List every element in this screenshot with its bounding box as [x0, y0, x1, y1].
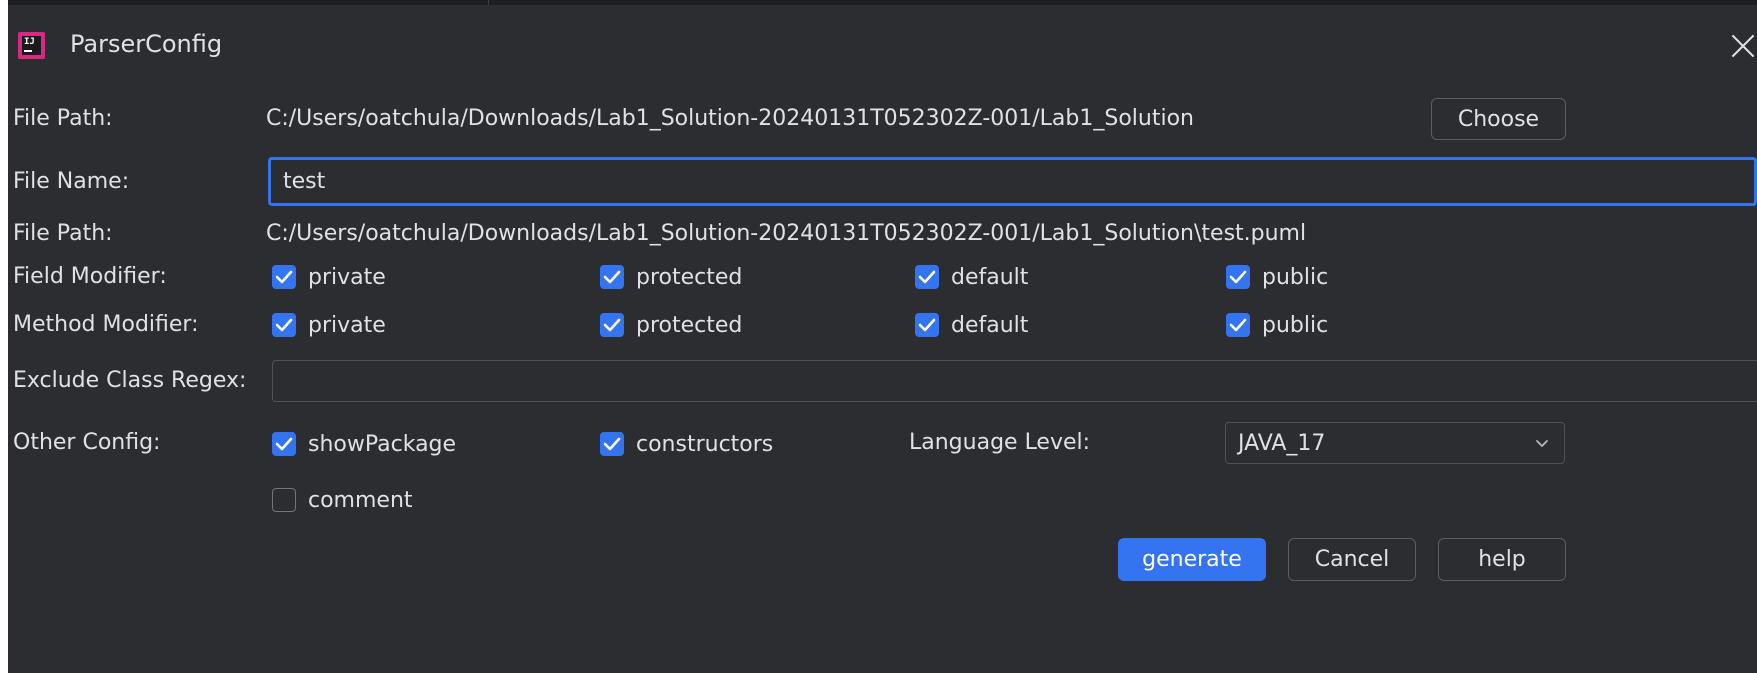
file-name-input[interactable]: test — [268, 157, 1757, 206]
exclude-regex-input[interactable] — [272, 360, 1757, 402]
field-modifier-default-checkbox[interactable]: default — [915, 262, 1028, 292]
comment-label: comment — [308, 487, 413, 513]
other-config-label: Other Config: — [13, 430, 161, 455]
method-modifier-private-label: private — [308, 312, 386, 338]
language-level-value: JAVA_17 — [1238, 430, 1326, 456]
checkmark-icon — [272, 265, 296, 289]
method-modifier-public-label: public — [1262, 312, 1329, 338]
constructors-checkbox[interactable]: constructors — [600, 429, 773, 459]
output-path-value: C:/Users/oatchula/Downloads/Lab1_Solutio… — [266, 221, 1307, 246]
checkmark-icon — [600, 313, 624, 337]
chevron-down-icon — [1536, 440, 1548, 447]
language-level-select[interactable]: JAVA_17 — [1225, 422, 1565, 464]
output-path-label: File Path: — [13, 221, 113, 246]
checkmark-icon — [1226, 313, 1250, 337]
title-bar: IJ ParserConfig — [8, 5, 1757, 87]
show-package-checkbox[interactable]: showPackage — [272, 429, 456, 459]
checkmark-icon — [600, 265, 624, 289]
window-title: ParserConfig — [70, 30, 223, 58]
field-modifier-private-label: private — [308, 264, 386, 290]
file-path-label: File Path: — [13, 106, 113, 131]
checkmark-icon — [1226, 265, 1250, 289]
method-modifier-protected-label: protected — [636, 312, 743, 338]
field-modifier-label: Field Modifier: — [13, 264, 167, 289]
field-modifier-private-checkbox[interactable]: private — [272, 262, 386, 292]
help-button[interactable]: help — [1438, 538, 1566, 581]
method-modifier-private-checkbox[interactable]: private — [272, 310, 386, 340]
choose-button[interactable]: Choose — [1431, 98, 1566, 140]
screen: IJ ParserConfig File Path: C:/Users/oatc… — [0, 0, 1757, 673]
method-modifier-default-checkbox[interactable]: default — [915, 310, 1028, 340]
field-modifier-public-checkbox[interactable]: public — [1226, 262, 1328, 292]
file-name-input-value: test — [283, 169, 326, 194]
checkmark-icon — [272, 313, 296, 337]
language-level-label: Language Level: — [909, 430, 1091, 455]
method-modifier-label: Method Modifier: — [13, 312, 199, 337]
checkmark-icon — [915, 265, 939, 289]
checkmark-icon — [272, 432, 296, 456]
parser-config-dialog: IJ ParserConfig File Path: C:/Users/oatc… — [8, 5, 1757, 673]
method-modifier-default-label: default — [951, 312, 1029, 338]
file-path-value: C:/Users/oatchula/Downloads/Lab1_Solutio… — [266, 106, 1194, 131]
field-modifier-protected-checkbox[interactable]: protected — [600, 262, 742, 292]
intellij-idea-icon: IJ — [18, 32, 45, 59]
file-name-label: File Name: — [13, 169, 130, 194]
close-icon[interactable] — [1728, 31, 1757, 61]
comment-checkbox[interactable]: comment — [272, 485, 413, 515]
checkmark-icon — [915, 313, 939, 337]
exclude-regex-label: Exclude Class Regex: — [13, 368, 247, 393]
field-modifier-default-label: default — [951, 264, 1029, 290]
constructors-label: constructors — [636, 431, 774, 457]
method-modifier-public-checkbox[interactable]: public — [1226, 310, 1328, 340]
generate-button[interactable]: generate — [1118, 538, 1266, 581]
method-modifier-protected-checkbox[interactable]: protected — [600, 310, 742, 340]
checkmark-icon — [600, 432, 624, 456]
cancel-button[interactable]: Cancel — [1288, 538, 1416, 581]
field-modifier-public-label: public — [1262, 264, 1329, 290]
field-modifier-protected-label: protected — [636, 264, 743, 290]
show-package-label: showPackage — [308, 431, 457, 457]
checkbox-empty-icon — [272, 488, 296, 512]
